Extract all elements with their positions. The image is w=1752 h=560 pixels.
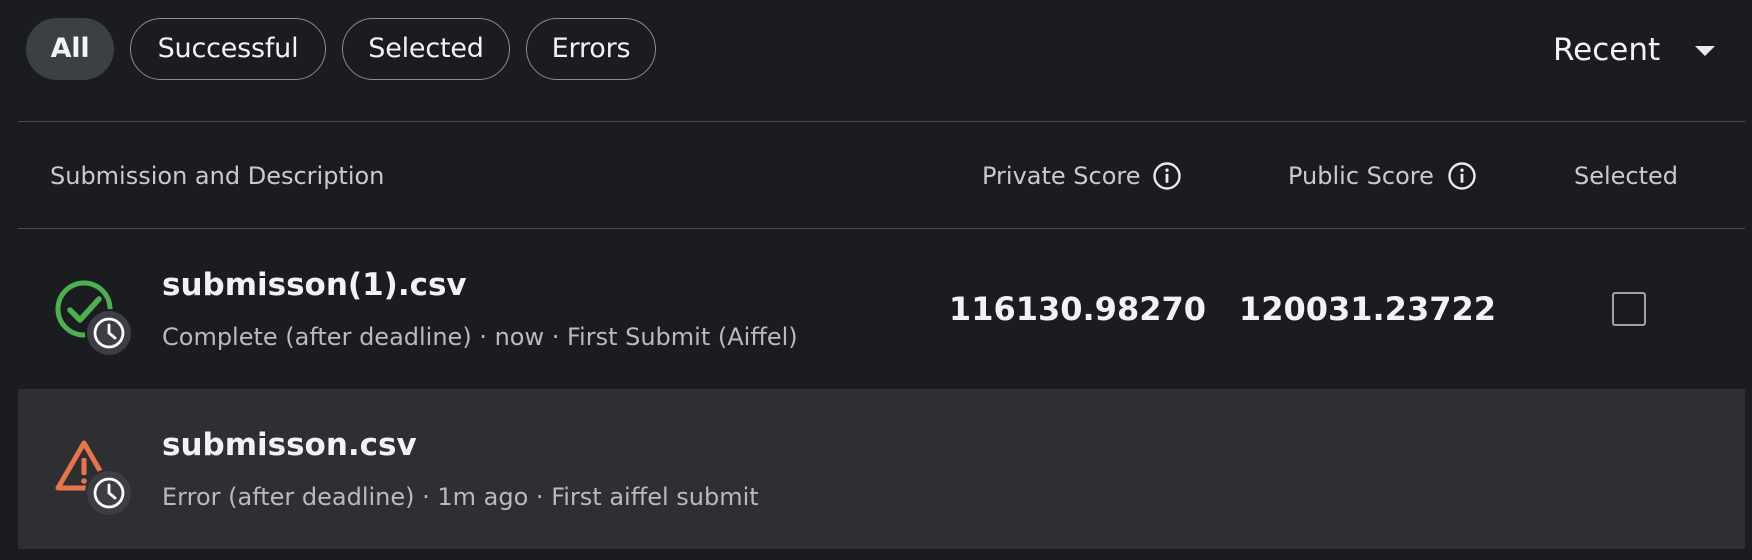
submission-filename[interactable]: submisson(1).csv [162, 265, 467, 305]
submission-row[interactable]: submisson.csv Error (after deadline) · 1… [18, 389, 1745, 549]
warning-triangle-icon [55, 440, 133, 517]
submission-row[interactable]: submisson(1).csv Complete (after deadlin… [18, 229, 1745, 389]
sort-label: Recent [1553, 32, 1661, 68]
submission-description: Complete (after deadline) · now · First … [162, 323, 798, 351]
filter-selected-button[interactable]: Selected [342, 18, 510, 80]
check-circle-icon [55, 280, 133, 357]
divider [18, 121, 1745, 122]
submission-description: Error (after deadline) · 1m ago · First … [162, 483, 759, 511]
selected-checkbox[interactable] [1612, 292, 1646, 326]
clock-icon [85, 469, 133, 517]
submission-filename[interactable]: submisson.csv [162, 425, 417, 465]
sort-dropdown[interactable]: Recent [1553, 24, 1715, 76]
private-score-info-icon[interactable] [1152, 161, 1182, 191]
filter-errors-button[interactable]: Errors [526, 18, 656, 80]
column-header-public-score: Public Score [1288, 162, 1434, 190]
filter-bar: All Successful Selected Errors Recent [0, 0, 1752, 100]
private-score-value: 116130.98270 [948, 290, 1206, 328]
public-score-value: 120031.23722 [1238, 290, 1496, 328]
filter-all-button[interactable]: All [26, 18, 114, 80]
clock-icon [85, 309, 133, 357]
column-header-selected: Selected [1574, 162, 1679, 190]
column-header-private-score: Private Score [982, 162, 1141, 190]
chevron-down-icon [1695, 46, 1715, 56]
filter-successful-button[interactable]: Successful [130, 18, 326, 80]
public-score-info-icon[interactable] [1447, 161, 1477, 191]
column-header-submission: Submission and Description [50, 162, 385, 190]
